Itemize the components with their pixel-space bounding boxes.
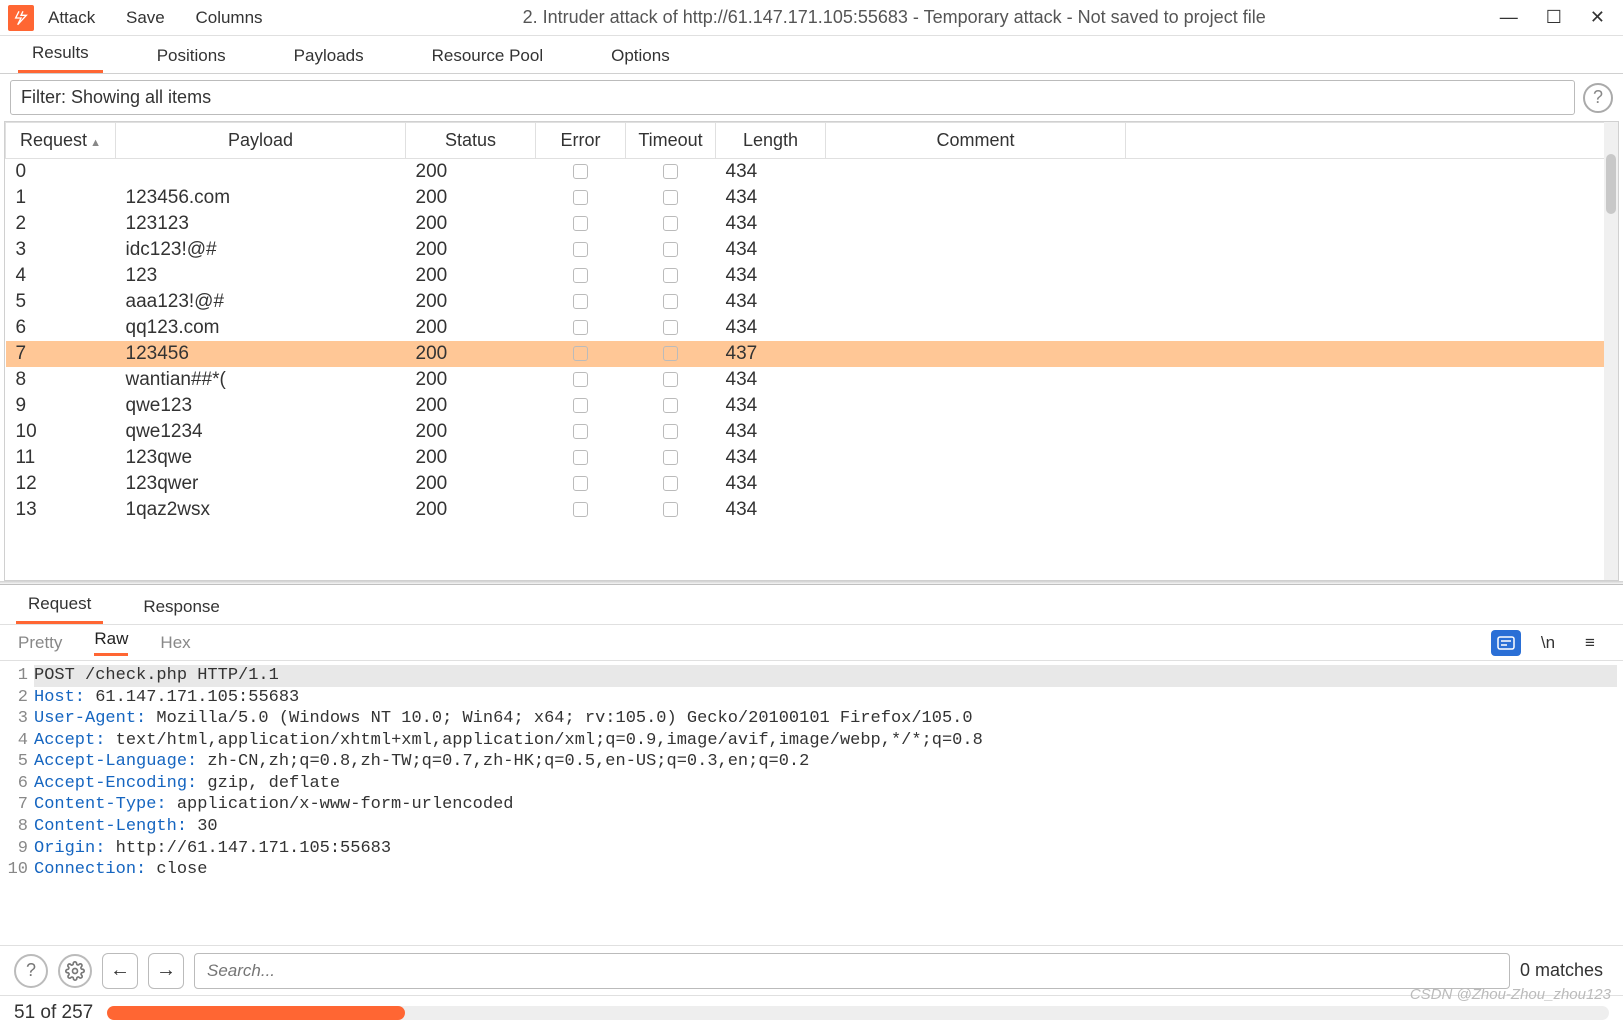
raw-request-view[interactable]: 1POST /check.php HTTP/1.12Host: 61.147.1… (0, 661, 1623, 945)
checkbox[interactable] (573, 216, 588, 231)
checkbox[interactable] (573, 320, 588, 335)
hamburger-icon[interactable]: ≡ (1575, 630, 1605, 656)
menu-columns[interactable]: Columns (195, 8, 262, 27)
checkbox[interactable] (573, 268, 588, 283)
prev-match-button[interactable]: ← (102, 953, 138, 989)
checkbox[interactable] (573, 294, 588, 309)
table-row[interactable]: 3idc123!@#200434 (6, 237, 1618, 263)
help-icon[interactable]: ? (1583, 83, 1613, 113)
filter-bar: Filter: Showing all items ? (0, 74, 1623, 121)
maximize-icon[interactable]: ☐ (1546, 7, 1562, 28)
tab-request[interactable]: Request (16, 587, 103, 624)
gear-icon[interactable] (58, 954, 92, 988)
col-status[interactable]: Status (406, 123, 536, 159)
window-controls: — ☐ ✕ (1500, 7, 1615, 28)
tab-payloads[interactable]: Payloads (280, 39, 378, 73)
top-tabs: Results Positions Payloads Resource Pool… (0, 36, 1623, 74)
table-row[interactable]: 10qwe1234200434 (6, 419, 1618, 445)
checkbox[interactable] (663, 502, 678, 517)
col-timeout[interactable]: Timeout (626, 123, 716, 159)
table-row[interactable]: 6qq123.com200434 (6, 315, 1618, 341)
table-row[interactable]: 12123qwer200434 (6, 471, 1618, 497)
table-row[interactable]: 11123qwe200434 (6, 445, 1618, 471)
help-icon[interactable]: ? (14, 954, 48, 988)
checkbox[interactable] (663, 294, 678, 309)
col-payload[interactable]: Payload (116, 123, 406, 159)
tab-positions[interactable]: Positions (143, 39, 240, 73)
tab-response[interactable]: Response (131, 590, 232, 624)
table-row[interactable]: 2123123200434 (6, 211, 1618, 237)
window-title: 2. Intruder attack of http://61.147.171.… (289, 7, 1500, 28)
progress-track (107, 1006, 1609, 1020)
col-comment[interactable]: Comment (826, 123, 1126, 159)
checkbox[interactable] (663, 476, 678, 491)
close-icon[interactable]: ✕ (1590, 7, 1605, 28)
match-count: 0 matches (1520, 960, 1609, 981)
checkbox[interactable] (663, 242, 678, 257)
table-row[interactable]: 131qaz2wsx200434 (6, 497, 1618, 523)
checkbox[interactable] (573, 242, 588, 257)
checkbox[interactable] (573, 372, 588, 387)
menubar: Attack Save Columns (48, 8, 289, 28)
checkbox[interactable] (663, 216, 678, 231)
tab-results[interactable]: Results (18, 36, 103, 73)
checkbox[interactable] (663, 372, 678, 387)
message-tabs: Request Response (0, 585, 1623, 625)
menu-save[interactable]: Save (126, 8, 165, 27)
table-row[interactable]: 5aaa123!@#200434 (6, 289, 1618, 315)
checkbox[interactable] (573, 398, 588, 413)
table-header-row: Request Payload Status Error Timeout Len… (6, 123, 1618, 159)
app-icon (8, 5, 34, 31)
tab-options[interactable]: Options (597, 39, 684, 73)
scrollbar-thumb[interactable] (1606, 154, 1616, 214)
checkbox[interactable] (663, 450, 678, 465)
newline-icon[interactable]: \n (1533, 630, 1563, 656)
vertical-scrollbar[interactable] (1604, 122, 1618, 580)
next-match-button[interactable]: → (148, 953, 184, 989)
table-row[interactable]: 1123456.com200434 (6, 185, 1618, 211)
table-row[interactable]: 4123200434 (6, 263, 1618, 289)
checkbox[interactable] (573, 346, 588, 361)
col-length[interactable]: Length (716, 123, 826, 159)
view-raw[interactable]: Raw (94, 629, 128, 656)
progress-bar-area: 51 of 257 (0, 995, 1623, 1029)
checkbox[interactable] (573, 164, 588, 179)
view-mode-tabs: Pretty Raw Hex \n ≡ (0, 625, 1623, 661)
checkbox[interactable] (663, 190, 678, 205)
table-row[interactable]: 8wantian##*(200434 (6, 367, 1618, 393)
checkbox[interactable] (663, 164, 678, 179)
checkbox[interactable] (573, 424, 588, 439)
view-hex[interactable]: Hex (160, 633, 190, 653)
table-row[interactable]: 9qwe123200434 (6, 393, 1618, 419)
tab-resource-pool[interactable]: Resource Pool (418, 39, 558, 73)
search-input[interactable] (194, 953, 1510, 989)
progress-fill (107, 1006, 404, 1020)
col-error[interactable]: Error (536, 123, 626, 159)
filter-input[interactable]: Filter: Showing all items (10, 80, 1575, 115)
checkbox[interactable] (663, 320, 678, 335)
checkbox[interactable] (663, 424, 678, 439)
minimize-icon[interactable]: — (1500, 7, 1518, 28)
menu-attack[interactable]: Attack (48, 8, 95, 27)
results-table: Request Payload Status Error Timeout Len… (4, 121, 1619, 581)
view-pretty[interactable]: Pretty (18, 633, 62, 653)
checkbox[interactable] (573, 476, 588, 491)
checkbox[interactable] (663, 268, 678, 283)
checkbox[interactable] (663, 398, 678, 413)
inspector-icon[interactable] (1491, 630, 1521, 656)
checkbox[interactable] (663, 346, 678, 361)
search-bar: ? ← → 0 matches (0, 945, 1623, 995)
table-row[interactable]: 7123456200437 (6, 341, 1618, 367)
checkbox[interactable] (573, 502, 588, 517)
table-row[interactable]: 0200434 (6, 159, 1618, 186)
progress-label: 51 of 257 (14, 1002, 93, 1024)
checkbox[interactable] (573, 190, 588, 205)
titlebar: Attack Save Columns 2. Intruder attack o… (0, 0, 1623, 36)
checkbox[interactable] (573, 450, 588, 465)
col-request[interactable]: Request (6, 123, 116, 159)
